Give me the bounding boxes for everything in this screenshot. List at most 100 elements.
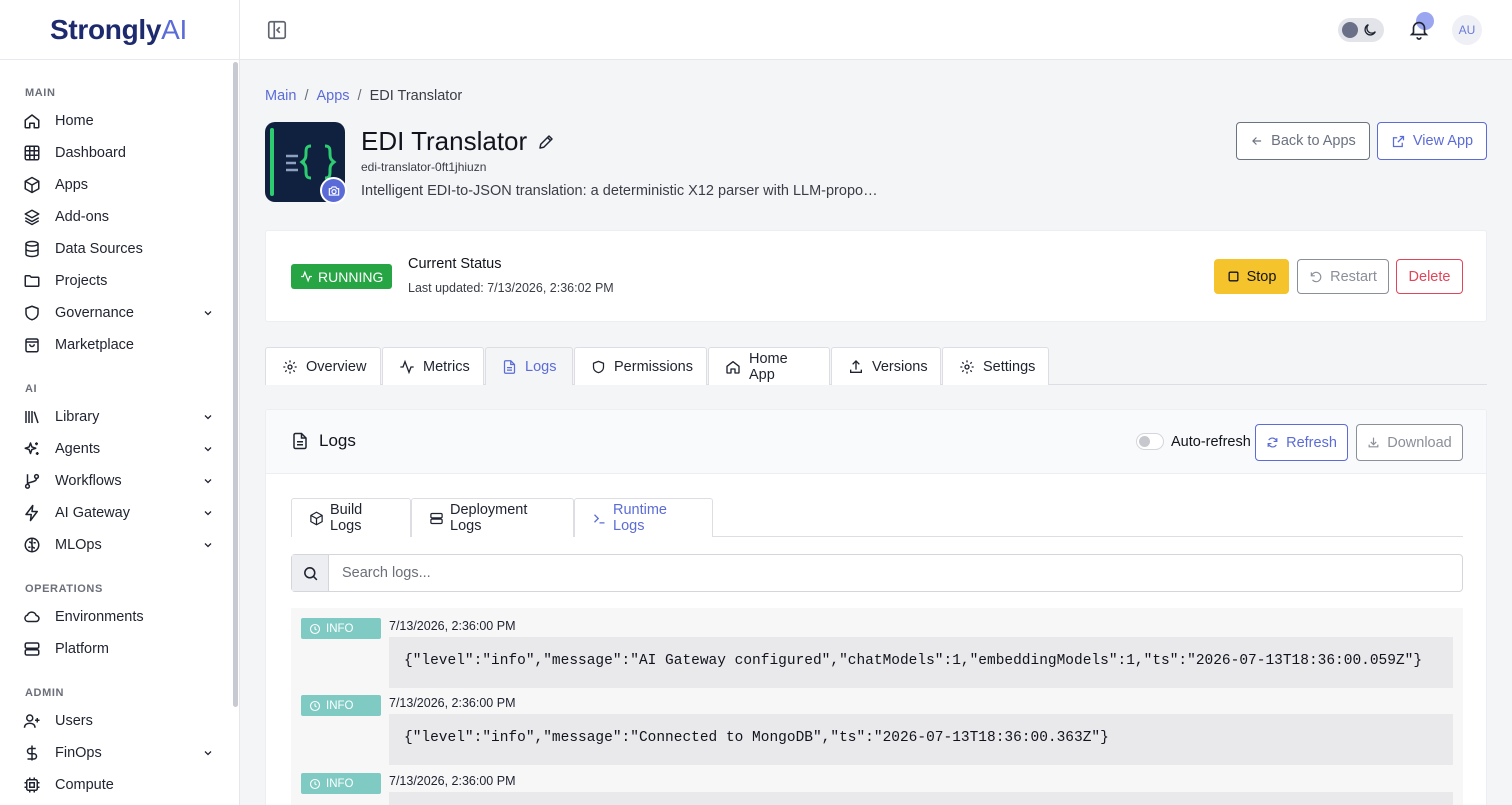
chevron-down-icon[interactable] — [202, 443, 214, 455]
tab-logs[interactable]: Logs — [485, 347, 573, 385]
section-ai: AI — [25, 383, 38, 395]
stop-button[interactable]: Stop — [1214, 259, 1289, 294]
tab-label: Logs — [525, 358, 557, 375]
breadcrumb-main[interactable]: Main — [265, 88, 296, 104]
tab-label: Settings — [983, 358, 1036, 375]
app-tabs: Overview Metrics Logs Permissions Home A… — [265, 347, 1487, 385]
log-level-badge: INFO — [301, 618, 381, 639]
sidebar-item-ai-gateway[interactable]: AI Gateway — [22, 499, 218, 527]
auto-refresh-toggle[interactable] — [1136, 433, 1164, 450]
restart-button[interactable]: Restart — [1297, 259, 1389, 294]
external-link-icon — [1391, 134, 1406, 149]
sidebar-item-library[interactable]: Library — [22, 403, 218, 431]
tab-build-logs[interactable]: Build Logs — [291, 498, 411, 537]
sidebar-item-label: Workflows — [55, 473, 122, 489]
theme-toggle[interactable] — [1338, 18, 1384, 42]
tab-permissions[interactable]: Permissions — [574, 347, 707, 385]
sidebar-item-users[interactable]: Users — [22, 707, 218, 735]
sparkles-icon — [22, 439, 42, 459]
log-entry: INFO 7/13/2026, 2:36:00 PM — [291, 763, 1463, 805]
search-icon[interactable] — [292, 555, 329, 591]
chevron-down-icon[interactable] — [202, 307, 214, 319]
view-app-button[interactable]: View App — [1377, 122, 1487, 160]
chevron-down-icon[interactable] — [202, 747, 214, 759]
app-icon-accent — [270, 128, 274, 196]
download-button[interactable]: Download — [1356, 424, 1463, 461]
sidebar-item-label: MLOps — [55, 537, 102, 553]
sidebar-nav: MAIN Home Dashboard Apps Add-ons Data So… — [0, 60, 239, 805]
app-name: EDI Translator — [361, 126, 528, 156]
tab-home-app[interactable]: Home App — [708, 347, 830, 385]
app-slug: edi-translator-0ft1jhiuzn — [361, 160, 487, 174]
sidebar-item-label: Apps — [55, 177, 89, 193]
sidebar-item-label: Marketplace — [55, 337, 134, 353]
refresh-label: Refresh — [1286, 434, 1337, 451]
sidebar-item-governance[interactable]: Governance — [22, 299, 218, 327]
sidebar-item-compute[interactable]: Compute — [22, 771, 218, 799]
auto-refresh-label: Auto-refresh — [1171, 434, 1251, 450]
sidebar-item-label: Data Sources — [55, 241, 143, 257]
tab-deployment-logs[interactable]: Deployment Logs — [411, 498, 574, 537]
sidebar-collapse-icon[interactable] — [266, 19, 288, 41]
log-timestamp: 7/13/2026, 2:36:00 PM — [389, 619, 516, 633]
chevron-down-icon[interactable] — [202, 411, 214, 423]
terminal-icon — [592, 511, 607, 526]
sidebar-item-agents[interactable]: Agents — [22, 435, 218, 463]
pencil-icon[interactable] — [537, 133, 555, 151]
search-input[interactable] — [329, 555, 1462, 591]
delete-label: Delete — [1408, 268, 1451, 285]
sidebar-item-finops[interactable]: FinOps — [22, 739, 218, 767]
breadcrumb-apps[interactable]: Apps — [316, 88, 349, 104]
bolt-icon — [22, 503, 42, 523]
cpu-icon — [22, 775, 42, 795]
delete-button[interactable]: Delete — [1396, 259, 1463, 294]
sidebar-item-workflows[interactable]: Workflows — [22, 467, 218, 495]
tab-metrics[interactable]: Metrics — [382, 347, 484, 385]
log-level-badge: INFO — [301, 695, 381, 716]
status-badge: RUNNING — [291, 264, 393, 289]
tab-label: Permissions — [614, 358, 693, 375]
activity-icon — [300, 270, 313, 283]
log-message: {"level":"info","message":"AI Gateway co… — [389, 637, 1453, 688]
camera-icon[interactable] — [320, 177, 347, 204]
brand-name: Strongly — [50, 13, 162, 45]
sidebar-item-projects[interactable]: Projects — [22, 267, 218, 295]
activity-icon — [399, 359, 415, 375]
brand-suffix: AI — [161, 13, 188, 45]
sidebar-item-environments[interactable]: Environments — [22, 603, 218, 631]
tab-overview[interactable]: Overview — [265, 347, 381, 385]
sidebar-item-apps[interactable]: Apps — [22, 171, 218, 199]
sidebar-item-data-sources[interactable]: Data Sources — [22, 235, 218, 263]
avatar[interactable]: AU — [1452, 15, 1482, 45]
back-to-apps-button[interactable]: Back to Apps — [1236, 122, 1370, 160]
sidebar-item-platform[interactable]: Platform — [22, 635, 218, 663]
chevron-down-icon[interactable] — [202, 475, 214, 487]
box-icon — [309, 511, 324, 526]
clock-icon — [309, 700, 321, 711]
chevron-down-icon[interactable] — [202, 539, 214, 551]
tab-runtime-logs[interactable]: Runtime Logs — [574, 498, 713, 537]
brand-logo[interactable]: Strongly AI — [0, 0, 239, 60]
tab-versions[interactable]: Versions — [831, 347, 941, 385]
sidebar-item-home[interactable]: Home — [22, 107, 218, 135]
upload-icon — [848, 359, 864, 375]
sidebar-item-mlops[interactable]: MLOps — [22, 531, 218, 559]
brain-icon — [22, 535, 42, 555]
sidebar-item-add-ons[interactable]: Add-ons — [22, 203, 218, 231]
stop-icon — [1227, 270, 1240, 283]
refresh-icon — [1266, 436, 1279, 449]
bell-icon[interactable] — [1408, 17, 1430, 41]
sidebar-item-marketplace[interactable]: Marketplace — [22, 331, 218, 359]
sidebar-scrollbar[interactable] — [233, 62, 238, 707]
refresh-button[interactable]: Refresh — [1255, 424, 1348, 461]
server-icon — [22, 639, 42, 659]
sidebar-item-dashboard[interactable]: Dashboard — [22, 139, 218, 167]
log-timestamp: 7/13/2026, 2:36:00 PM — [389, 696, 516, 710]
app-description: Intelligent EDI-to-JSON translation: a d… — [361, 183, 878, 199]
file-text-icon — [502, 359, 517, 375]
download-label: Download — [1387, 434, 1452, 451]
database-icon — [22, 239, 42, 259]
chevron-down-icon[interactable] — [202, 507, 214, 519]
sidebar-item-label: Governance — [55, 305, 134, 321]
tab-settings[interactable]: Settings — [942, 347, 1049, 385]
